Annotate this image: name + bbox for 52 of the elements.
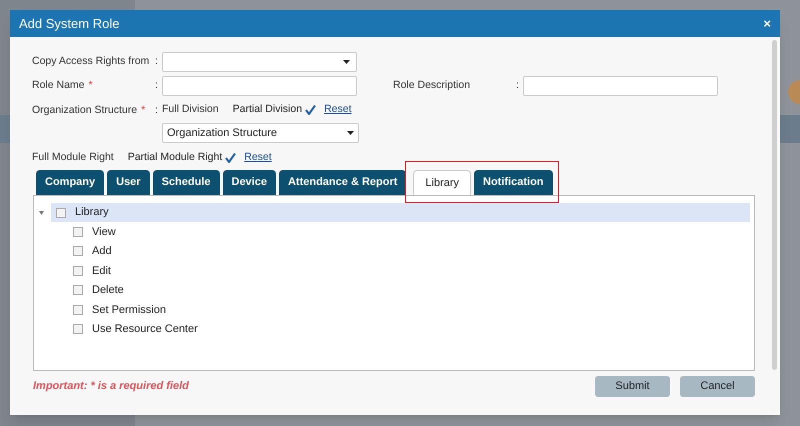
checkbox[interactable] [73,226,83,237]
tree-item-label: View [92,224,116,240]
option-button[interactable]: Full Division [162,102,219,118]
scrollbar[interactable] [772,40,777,370]
required-mark: * [88,78,93,94]
dropdown-field[interactable] [162,52,357,72]
text-field[interactable] [162,76,357,96]
dialog-button[interactable]: Cancel [680,376,755,397]
caret-icon [347,131,354,135]
option-button[interactable]: Partial Division [232,102,316,118]
tab[interactable]: Company [36,170,104,195]
colon: : [155,103,159,118]
dialog-title: Add System Role [19,14,120,33]
checkbox[interactable] [73,304,83,315]
dropdown-field[interactable]: Organization Structure [162,123,359,143]
tab[interactable]: Notification [474,170,553,195]
checkmark-icon [225,153,236,163]
reset-link[interactable]: Reset [324,102,352,118]
tree-item-label: Use Resource Center [92,322,198,337]
required-mark: * [141,103,146,118]
tab[interactable]: Attendance & Report [278,170,406,195]
field-label: Organization Structure [32,103,138,118]
checkbox[interactable] [73,266,83,276]
option-button[interactable]: Full Module Right [32,150,114,166]
colon: : [516,78,520,94]
option-button[interactable]: Partial Module Right [128,150,236,166]
close-button[interactable]: × [763,17,771,30]
tab[interactable]: Schedule [152,170,220,195]
tree-item-label: Library [75,205,109,220]
required-note: Important: * is a required field [33,379,189,394]
colon: : [155,54,159,70]
tree-item-label: Delete [92,283,124,298]
checkbox[interactable] [56,208,66,218]
tree-item-label: Add [92,244,112,259]
field-label: Role Name [32,78,85,94]
checkmark-icon [305,105,316,115]
checkbox[interactable] [73,285,83,296]
text-field[interactable] [523,76,718,96]
tree-item-label: Set Permission [92,302,166,318]
field-label: Copy Access Rights from [32,54,150,70]
tab[interactable]: Library [413,170,472,195]
checkbox[interactable] [73,246,83,256]
tab[interactable]: Device [222,170,276,195]
dialog-button[interactable]: Submit [595,376,670,397]
caret-icon [343,60,350,64]
tab[interactable]: User [107,170,150,195]
checkbox[interactable] [73,324,83,334]
dropdown-value: Organization Structure [167,126,278,141]
field-label: Role Description [393,78,470,94]
colon: : [155,78,159,94]
reset-link[interactable]: Reset [244,150,272,166]
tree-item-label: Edit [92,264,111,278]
